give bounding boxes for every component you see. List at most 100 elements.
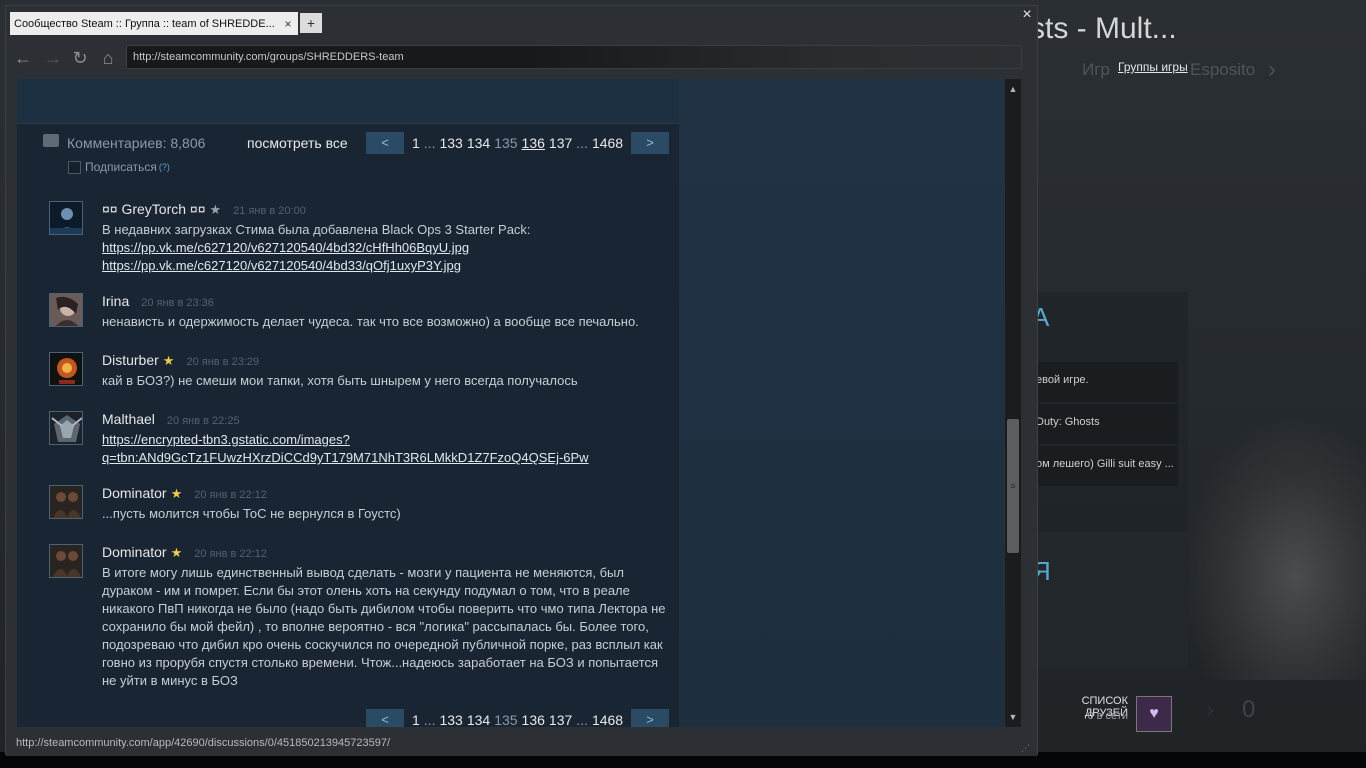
current-page: 135	[494, 135, 518, 151]
back-arrow-icon[interactable]: ←	[12, 47, 34, 69]
comment-link[interactable]: https://pp.vk.me/c627120/v627120540/4bd3…	[102, 257, 672, 275]
comment-text-line: В недавних загрузках Стима была добавлен…	[102, 222, 531, 237]
comment-text: В итоге могу лишь единственный вывод сде…	[102, 565, 666, 688]
star-icon: ★	[170, 486, 183, 501]
comment-text: В недавних загрузках Стима была добавлен…	[102, 221, 672, 275]
content-top	[17, 79, 679, 124]
pager-bottom: < 1 ... 133 134 135 136 137 ... 1468 >	[366, 709, 670, 727]
avatar[interactable]	[49, 544, 83, 578]
status-url: http://steamcommunity.com/app/42690/disc…	[16, 737, 391, 749]
comment-body: Irina 20 янв в 23:36 ненависть и одержимо…	[102, 293, 672, 331]
page-link[interactable]: 134	[467, 712, 490, 727]
tab-bar: Сообщество Steam :: Группа :: team of SH…	[6, 6, 1037, 40]
tab-title: Сообщество Steam :: Группа :: team of SH…	[14, 17, 275, 30]
page-ellipsis: ...	[423, 135, 436, 151]
panel-row[interactable]: евой игре.	[1030, 362, 1178, 402]
current-page: 135	[494, 712, 518, 727]
steam-web-browser-window: Сообщество Steam :: Группа :: team of SH…	[5, 5, 1038, 756]
avatar[interactable]	[49, 411, 83, 445]
page-link[interactable]: 136	[522, 712, 545, 727]
avatar[interactable]	[49, 293, 83, 327]
reload-icon[interactable]: ↻	[69, 47, 91, 69]
secondary-panel	[1030, 548, 1188, 668]
comment-date: 20 янв в 22:12	[194, 489, 267, 501]
comment-link[interactable]: https://pp.vk.me/c627120/v627120540/4bd3…	[102, 239, 672, 257]
comments-column: Комментариев: 8,806 посмотреть все < 1 .…	[17, 79, 679, 727]
forward-arrow-icon[interactable]: →	[42, 47, 64, 69]
comment-author[interactable]: Disturber	[102, 352, 159, 368]
pager-top: < 1 ... 133 134 135 136 137 ... 1468 >	[366, 132, 670, 154]
scrollbar-thumb[interactable]: ≡	[1007, 419, 1019, 553]
pager-numbers: 1 ... 133 134 135 136 137 ... 1468	[404, 712, 631, 727]
avatar[interactable]	[49, 352, 83, 386]
home-icon[interactable]: ⌂	[97, 47, 119, 69]
page-link[interactable]: 1	[412, 135, 420, 151]
vertical-scrollbar[interactable]: ▲ ≡ ▼	[1005, 79, 1021, 727]
subscribe-checkbox[interactable]	[68, 160, 81, 174]
comment-text: ...пусть молится чтобы ТоС не вернулся в…	[102, 506, 401, 521]
page-link[interactable]: 137	[549, 712, 572, 727]
comment-author[interactable]: ¤¤ GreyTorch ¤¤	[102, 201, 206, 217]
comment-body: ¤¤ GreyTorch ¤¤ ★ 21 янв в 20:00 В недавни…	[102, 201, 672, 275]
view-all-link[interactable]: посмотреть все	[247, 135, 348, 151]
comment-date: 20 янв в 22:25	[166, 415, 240, 427]
panel-row[interactable]: Duty: Ghosts	[1030, 404, 1178, 444]
browser-tab[interactable]: Сообщество Steam :: Группа :: team of SH…	[10, 12, 298, 35]
page-viewport: Комментариев: 8,806 посмотреть все < 1 .…	[17, 79, 1004, 727]
navigation-bar: ← → ↻ ⌂ http://steamcommunity.com/groups…	[6, 40, 1037, 76]
resize-grip-icon[interactable]: ⋰	[1021, 742, 1033, 754]
page-ellipsis: ...	[576, 712, 588, 727]
page-link[interactable]: 134	[467, 135, 490, 151]
page-ellipsis: ...	[423, 712, 436, 727]
notification-count: 0	[1242, 696, 1256, 723]
page-link[interactable]: 133	[439, 135, 462, 151]
comment-author[interactable]: Irina	[102, 293, 129, 309]
page-link[interactable]: 1468	[592, 712, 623, 727]
address-bar[interactable]: http://steamcommunity.com/groups/SHREDDE…	[126, 45, 1022, 69]
pager-numbers: 1 ... 133 134 135 136 137 ... 1468	[404, 135, 631, 151]
panel-row[interactable]: ом лешего) Gilli suit easy ...	[1030, 446, 1178, 486]
comment-body: Dominator ★ 20 янв в 22:12 ...пусть молитс…	[102, 485, 672, 523]
window-close-icon[interactable]: ×	[1018, 6, 1036, 24]
character-art	[1188, 420, 1366, 680]
scroll-down-arrow-icon[interactable]: ▼	[1005, 709, 1021, 725]
comment-text: https://encrypted-tbn3.gstatic.com/image…	[102, 431, 672, 467]
subscribe-help-link[interactable]: (?)	[159, 162, 170, 172]
subscribe-label: Подписаться	[85, 160, 157, 174]
comment-author[interactable]: Malthael	[102, 411, 155, 427]
pager-next-button[interactable]: >	[631, 709, 670, 727]
comments-count: Комментариев: 8,806	[67, 135, 206, 151]
chevron-right-icon[interactable]: ›	[1268, 56, 1276, 84]
user-avatar[interactable]: ♥	[1136, 696, 1172, 732]
avatar[interactable]	[49, 201, 83, 235]
scroll-up-arrow-icon[interactable]: ▲	[1005, 81, 1021, 97]
comment-link[interactable]: https://encrypted-tbn3.gstatic.com/image…	[102, 431, 672, 449]
page-link[interactable]: 1	[412, 712, 420, 727]
pager-prev-button[interactable]: <	[366, 132, 404, 154]
pager-prev-button[interactable]: <	[366, 709, 404, 727]
subscribe-toggle[interactable]: Подписаться (?)	[68, 160, 170, 174]
comment-date: 20 янв в 23:36	[141, 297, 214, 309]
page-link[interactable]: 133	[439, 712, 462, 727]
tab-close-icon[interactable]: ×	[282, 17, 294, 31]
page-link[interactable]: 136	[522, 135, 545, 151]
page-ellipsis: ...	[576, 135, 588, 151]
page-link[interactable]: 1468	[592, 135, 623, 151]
star-icon: ★	[209, 202, 222, 217]
comment-link[interactable]: q=tbn:ANd9GcTz1FUwzHXrzDiCCd9yT179M71NhT…	[102, 449, 672, 467]
comment-date: 20 янв в 23:29	[186, 356, 260, 368]
comment-text: кай в БОЗ?) не смеши мои тапки, хотя быт…	[102, 373, 578, 388]
comment-body: Dominator ★ 20 янв в 22:12 В итоге могу ли…	[102, 544, 672, 690]
game-groups-link[interactable]: Группы игры	[1118, 60, 1188, 74]
new-tab-button[interactable]: +	[300, 13, 322, 33]
comment-author[interactable]: Dominator	[102, 544, 167, 560]
comment-author[interactable]: Dominator	[102, 485, 167, 501]
friends-online-count: 0 в сети	[1087, 710, 1128, 722]
comment-bubble-icon	[43, 134, 59, 147]
avatar[interactable]	[49, 485, 83, 519]
page-link[interactable]: 137	[549, 135, 572, 151]
games-label: Игр	[1082, 60, 1110, 79]
comment-body: Malthael 20 янв в 22:25 https://encrypted…	[102, 411, 672, 467]
pager-next-button[interactable]: >	[631, 132, 670, 154]
comment-date: 20 янв в 22:12	[194, 548, 267, 560]
